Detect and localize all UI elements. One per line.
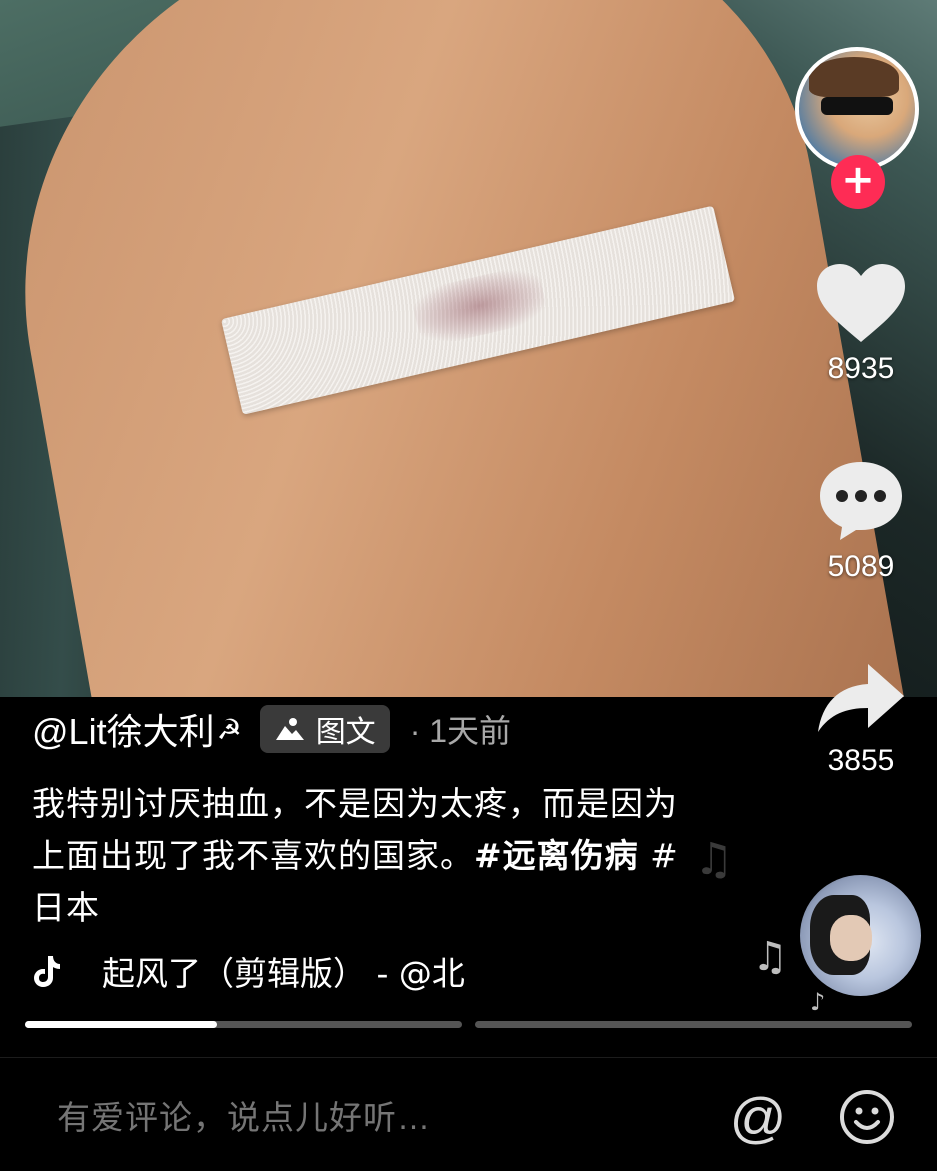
music-disc[interactable] (800, 875, 921, 996)
like-button[interactable]: 8935 (800, 262, 922, 386)
author-name[interactable]: @Lit徐大利 (32, 703, 215, 755)
mention-button[interactable]: @ (728, 1088, 788, 1148)
share-arrow-icon (818, 664, 904, 732)
share-count: 3855 (827, 744, 895, 777)
comment-bubble-icon (820, 462, 902, 540)
music-row[interactable]: 起风了（剪辑版） - @北 (32, 944, 522, 998)
music-note-icon: ♫ (752, 934, 788, 980)
image-post-badge: 图文 (259, 705, 390, 753)
image-progress-bar[interactable] (475, 1021, 912, 1028)
music-note-icon: ♪ (810, 988, 826, 1016)
share-button[interactable]: 3855 (800, 662, 922, 778)
emoji-button[interactable] (838, 1088, 896, 1150)
image-icon (275, 718, 304, 740)
post-time: · 1天前 (409, 713, 512, 749)
author-avatar-group[interactable]: + (795, 47, 925, 209)
like-count: 8935 (827, 352, 895, 385)
avatar[interactable] (795, 47, 919, 171)
progress-fill (25, 1021, 218, 1028)
music-title: 起风了（剪辑版） - @北 (102, 954, 465, 993)
disc-cover-face (830, 915, 872, 961)
type-badge-label: 图文 (315, 715, 376, 750)
hammer-sickle-icon: ☭ (216, 712, 242, 746)
heart-icon (817, 264, 905, 342)
music-note-icon: ♫ (694, 834, 734, 885)
image-progress-bar[interactable] (25, 1021, 462, 1028)
smiley-icon (840, 1090, 894, 1144)
comment-button[interactable]: 5089 (800, 458, 922, 584)
author-line: @Lit徐大利 ☭ 图文 · 1天前 (32, 704, 511, 754)
post-description: 我特别讨厌抽血，不是因为太疼，而是因为上面出现了我不喜欢的国家。#远离伤病 #日… (32, 778, 682, 934)
comment-count: 5089 (827, 550, 895, 583)
comment-input[interactable] (55, 1098, 659, 1138)
comment-bar: @ (0, 1058, 937, 1171)
plus-icon: + (841, 157, 875, 203)
tiktok-note-icon (34, 956, 60, 987)
follow-button[interactable]: + (831, 155, 885, 209)
avatar-glasses (821, 97, 893, 115)
hashtag[interactable]: #远离伤病 (474, 836, 639, 875)
avatar-hair (809, 57, 899, 97)
